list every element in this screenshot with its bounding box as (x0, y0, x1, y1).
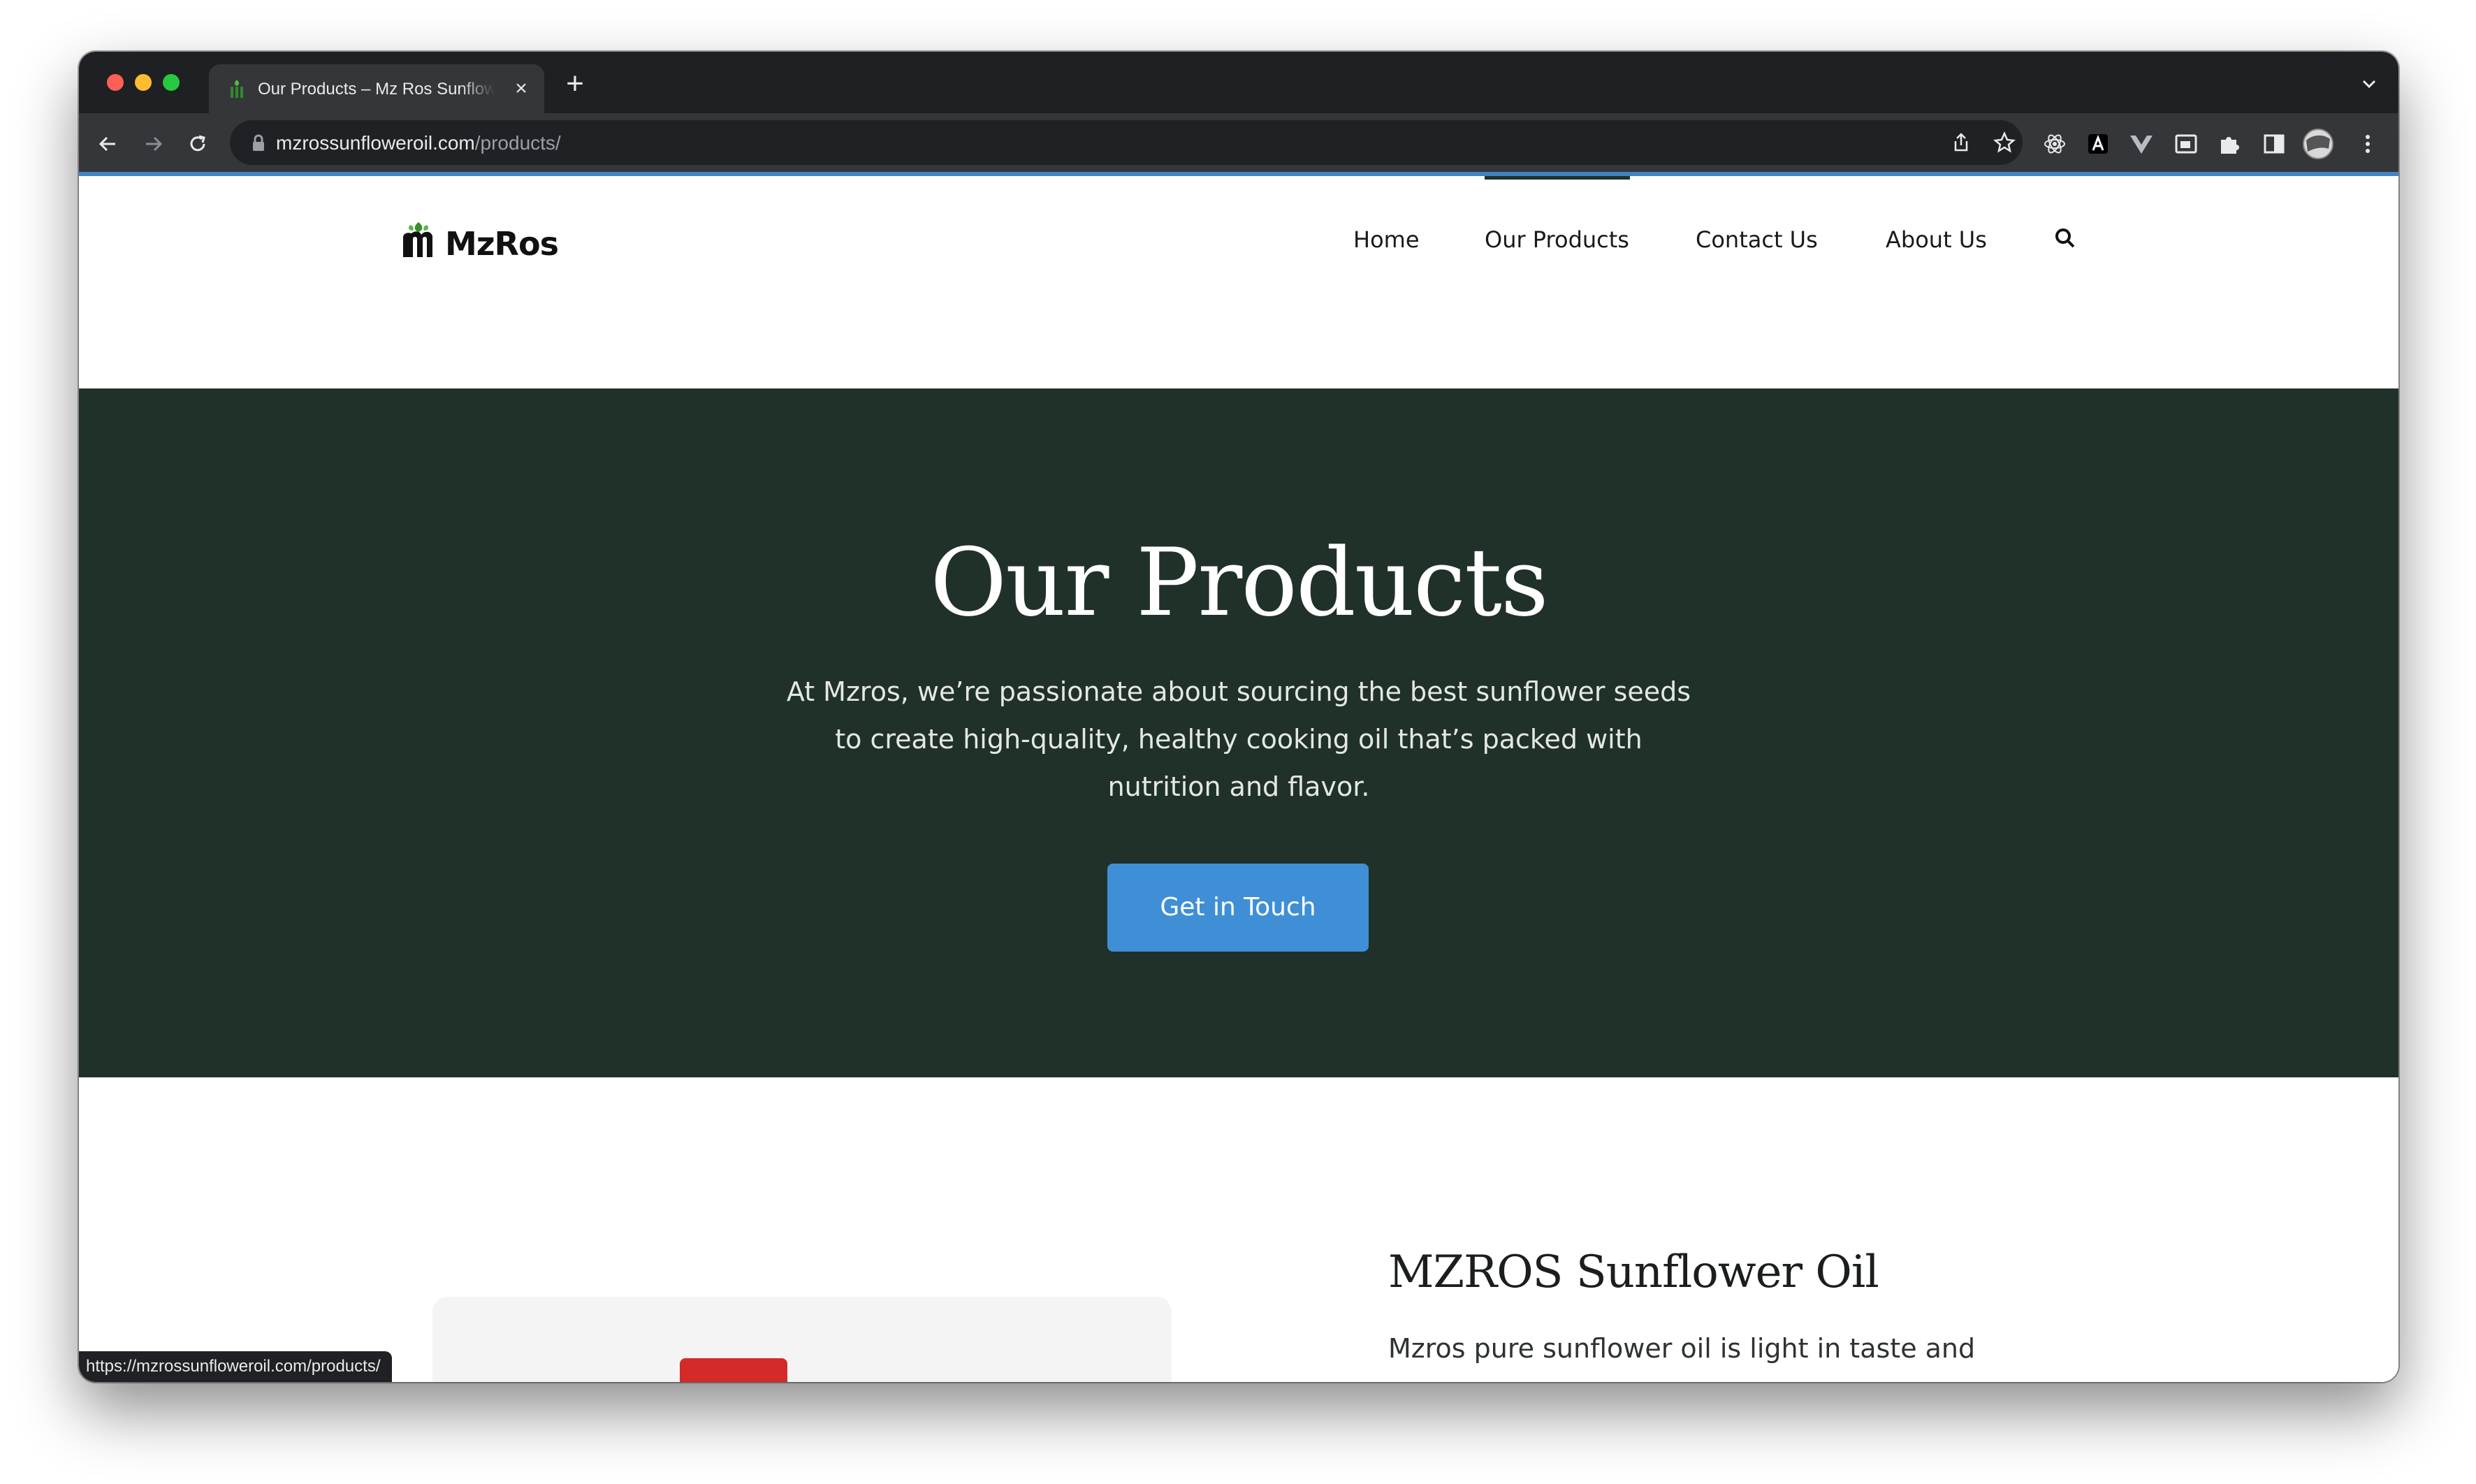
link-status-bar: https://mzrossunfloweroil.com/products/ (79, 1351, 392, 1382)
url-host: mzrossunfloweroil.com (276, 132, 475, 154)
reload-icon[interactable] (184, 130, 212, 158)
tab-strip: Our Products – Mz Ros Sunflower Oil × + (79, 52, 2398, 113)
back-arrow-icon[interactable] (94, 130, 122, 158)
nav-home[interactable]: Home (1353, 226, 1420, 253)
hero-section: Our Products At Mzros, we’re passionate … (79, 388, 2398, 1077)
nav-contact-us[interactable]: Contact Us (1696, 226, 1818, 253)
tab-search-chevron-icon[interactable] (2355, 70, 2383, 98)
maximize-window-button[interactable] (163, 74, 180, 91)
product-description: Mzros pure sunflower oil is light in tas… (1388, 1333, 1976, 1382)
hero-description: At Mzros, we’re passionate about sourcin… (786, 676, 1691, 802)
vue-extension-icon[interactable] (2127, 130, 2155, 158)
tab-close-icon[interactable]: × (511, 78, 532, 99)
tab-title: Our Products – Mz Ros Sunflower Oil (258, 80, 495, 99)
share-icon[interactable] (1949, 130, 1974, 155)
product-image (432, 1297, 1172, 1382)
address-bar[interactable]: mzrossunfloweroil.com/products/ (230, 120, 2023, 165)
nav-our-products[interactable]: Our Products (1485, 226, 1629, 253)
profile-avatar[interactable] (2302, 128, 2334, 160)
nav-active-indicator (1485, 176, 1630, 180)
site-header: MzRos Home Our Products Contact Us About… (79, 176, 2398, 388)
bookmark-star-icon[interactable] (1992, 130, 2017, 155)
browser-toolbar: mzrossunfloweroil.com/products/ (79, 113, 2398, 176)
picture-in-picture-icon[interactable] (2172, 130, 2200, 158)
get-in-touch-button[interactable]: Get in Touch (1107, 864, 1369, 952)
url-path: /products/ (474, 132, 561, 154)
nav-about-us[interactable]: About Us (1886, 226, 1987, 253)
close-window-button[interactable] (107, 74, 124, 91)
new-tab-button[interactable]: + (561, 68, 589, 99)
oil-bottle-image (680, 1358, 787, 1382)
lock-icon[interactable] (251, 134, 266, 152)
web-page: MzRos Home Our Products Contact Us About… (79, 176, 2398, 1382)
mzros-logo-icon (403, 222, 432, 257)
react-devtools-extension-icon[interactable] (2041, 130, 2069, 158)
logo-text: MzRos (445, 225, 559, 263)
url-text[interactable]: mzrossunfloweroil.com/products/ (276, 132, 561, 154)
forward-arrow-icon[interactable] (139, 130, 167, 158)
side-panel-icon[interactable] (2260, 130, 2288, 158)
browser-tab-active[interactable]: Our Products – Mz Ros Sunflower Oil × (209, 64, 544, 113)
minimize-window-button[interactable] (135, 74, 152, 91)
extensions-puzzle-icon[interactable] (2215, 130, 2243, 158)
product-title: MZROS Sunflower Oil (1388, 1246, 1879, 1298)
search-icon[interactable] (2053, 226, 2077, 250)
font-extension-icon[interactable] (2084, 130, 2112, 158)
browser-menu-kebab-icon[interactable] (2354, 130, 2382, 158)
site-favicon-icon (231, 80, 243, 98)
page-title: Our Products (930, 528, 1548, 637)
browser-window: Our Products – Mz Ros Sunflower Oil × + … (79, 52, 2398, 1382)
